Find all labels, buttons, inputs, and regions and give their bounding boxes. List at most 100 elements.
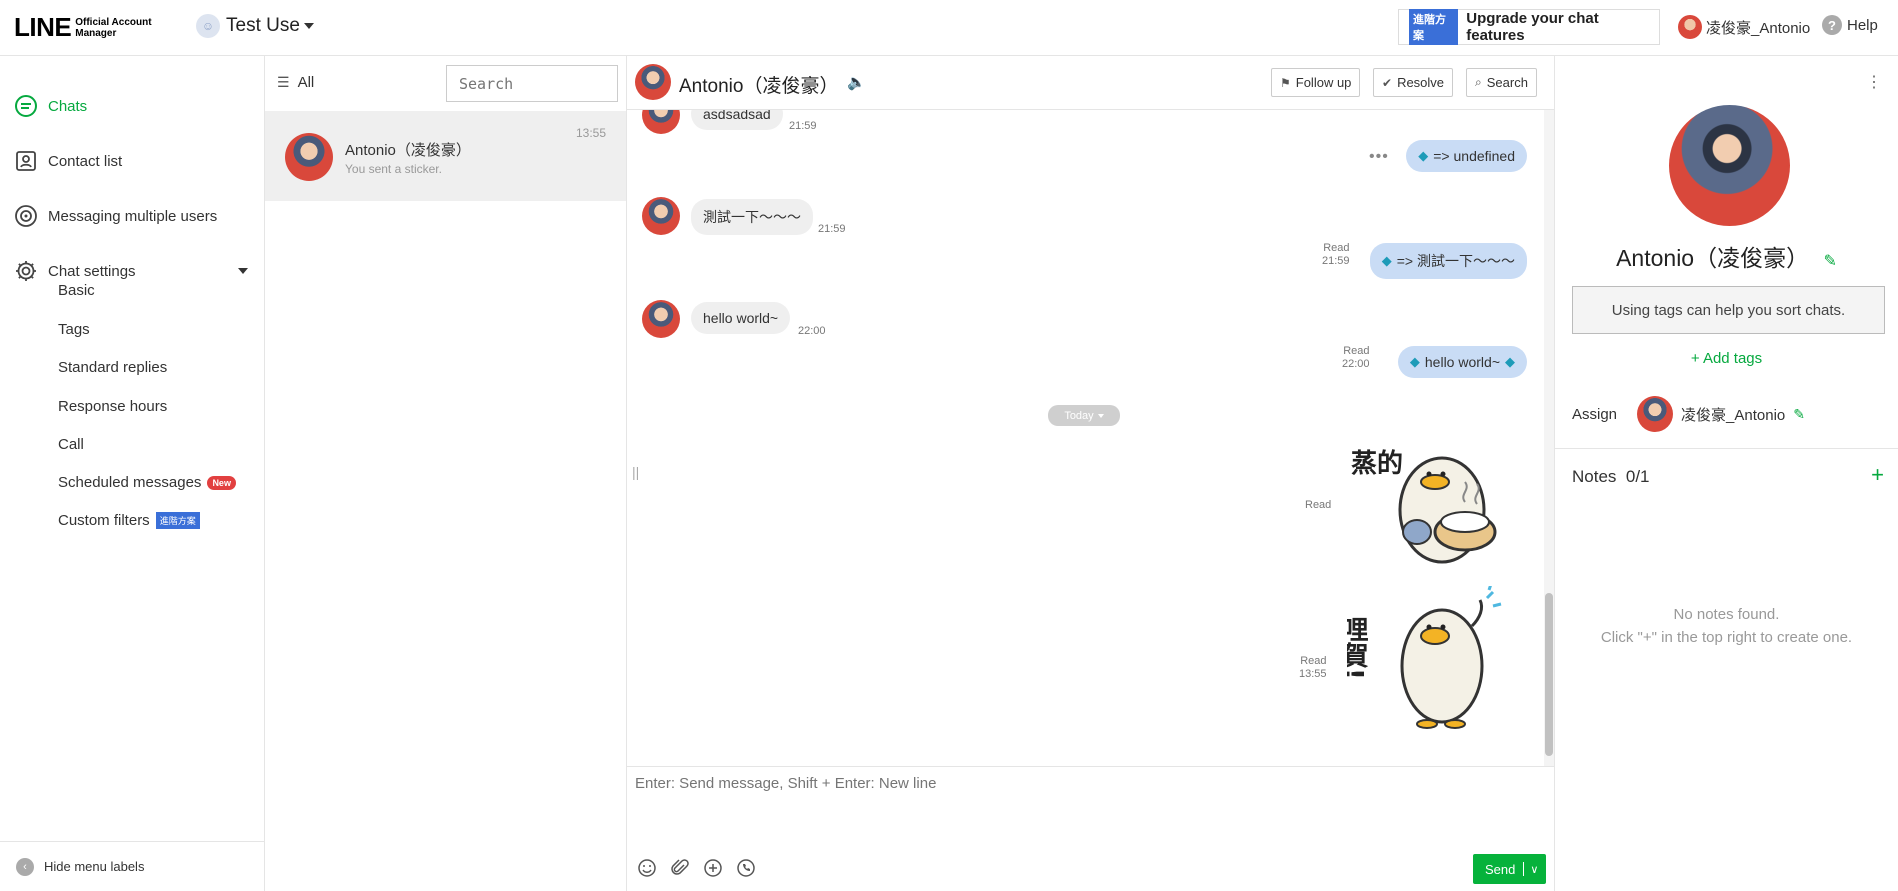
read-label: Read <box>1323 242 1350 254</box>
assignee-avatar <box>1637 396 1674 432</box>
search-button[interactable]: ⌕ Search <box>1466 68 1537 97</box>
chevron-down-icon <box>303 23 314 29</box>
profile-avatar[interactable] <box>1669 105 1790 226</box>
chat-header: Antonio（凌俊豪） 🔈 ⚑ Follow up ✔ Resolve ⌕ S… <box>627 56 1555 110</box>
message-text: hello world~ <box>1424 354 1500 370</box>
hide-menu-labels-button[interactable]: ‹ Hide menu labels <box>0 841 265 891</box>
duck-sticker-greeting[interactable]: 哩賀! <box>1338 583 1522 736</box>
kebab-menu-icon[interactable]: ⋮ <box>1866 72 1882 92</box>
message-text: 測試一下～～～ <box>703 209 801 225</box>
message-time: 13:55 <box>1299 668 1327 680</box>
message-time: 22:00 <box>1342 358 1370 370</box>
more-options-icon[interactable]: ••• <box>1369 148 1389 166</box>
contact-avatar[interactable] <box>642 197 680 235</box>
line-logo[interactable]: LINE Official Account Manager <box>14 12 152 43</box>
menu-icon: ☰ <box>277 74 290 90</box>
message-bubble-in[interactable]: hello world~ <box>691 302 791 334</box>
resolve-label: Resolve <box>1397 75 1445 90</box>
call-icon[interactable] <box>735 857 757 879</box>
chat-last-message: You sent a sticker. <box>345 162 442 176</box>
chat-search-input[interactable] <box>446 65 618 102</box>
gem-emoji-icon: ◆ <box>1381 253 1392 268</box>
duck-sticker-steamed-bun[interactable]: 蒸的 <box>1347 440 1522 570</box>
speaker-icon[interactable]: 🔈 <box>847 73 866 91</box>
message-composer: Send ∨ <box>627 766 1555 891</box>
notes-empty-line1: No notes found. <box>1673 606 1780 623</box>
date-divider[interactable]: Today <box>1048 405 1120 426</box>
help-link[interactable]: ? Help <box>1822 15 1878 35</box>
flag-icon: ⚑ <box>1280 75 1291 90</box>
chevron-down-icon[interactable]: ∨ <box>1524 863 1538 876</box>
sidebar-sub-tags[interactable]: Tags <box>58 321 90 338</box>
user-menu[interactable]: 凌俊豪_Antonio <box>1678 15 1810 39</box>
message-text: hello world~ <box>703 310 779 326</box>
top-bar: LINE Official Account Manager ☺ Test Use… <box>0 0 1898 56</box>
follow-up-button[interactable]: ⚑ Follow up <box>1271 68 1361 97</box>
send-button[interactable]: Send ∨ <box>1473 854 1546 884</box>
chat-bubble-icon <box>14 94 38 118</box>
message-text: asdsadsad <box>703 110 771 122</box>
check-bubble-icon: ✔ <box>1382 75 1393 90</box>
logo-sub-text: Official Account Manager <box>75 17 151 39</box>
contact-avatar[interactable] <box>635 64 671 100</box>
chat-time: 13:55 <box>575 126 606 140</box>
edit-pencil-icon[interactable]: ✎ <box>1824 253 1837 270</box>
sticker-caption-1: 蒸的 <box>1351 448 1403 479</box>
message-text: => undefined <box>1433 148 1515 164</box>
message-input[interactable] <box>635 775 1535 835</box>
sidebar-item-label: Messaging multiple users <box>48 207 218 225</box>
add-tags-button[interactable]: + Add tags <box>1555 350 1898 367</box>
message-bubble-in[interactable]: asdsadsad <box>691 110 783 130</box>
message-list[interactable]: || asdsadsad 21:59 ••• ◆ => undefined 測試… <box>627 110 1545 766</box>
contact-avatar[interactable] <box>642 300 680 338</box>
chat-header-name: Antonio（凌俊豪） <box>679 76 839 97</box>
sidebar-sub-custom-filters[interactable]: Custom filters 進階方案 <box>58 512 200 529</box>
notes-label: Notes <box>1572 467 1617 486</box>
chat-list-item[interactable]: Antonio（凌俊豪） You sent a sticker. 13:55 <box>265 111 626 201</box>
user-avatar <box>1678 15 1702 39</box>
sidebar-item-label: Contact list <box>48 152 123 170</box>
sidebar-item-chats[interactable]: Chats <box>0 86 265 126</box>
chat-filter-dropdown[interactable]: ☰ All <box>277 74 314 91</box>
sidebar-sub-call[interactable]: Call <box>58 436 84 453</box>
sidebar-sub-basic[interactable]: Basic <box>58 282 95 299</box>
add-content-icon[interactable] <box>702 857 724 879</box>
gem-emoji-icon: ◆ <box>1409 354 1420 369</box>
help-label: Help <box>1847 16 1878 34</box>
tags-hint: Using tags can help you sort chats. <box>1611 301 1846 319</box>
add-tags-label: Add tags <box>1702 350 1763 367</box>
sidebar-sub-response-hours[interactable]: Response hours <box>58 398 167 415</box>
sidebar-sub-scheduled-messages[interactable]: Scheduled messages New <box>58 474 236 491</box>
sidebar-item-chat-settings[interactable]: Chat settings <box>0 251 265 291</box>
resolve-button[interactable]: ✔ Resolve <box>1373 68 1454 97</box>
sidebar-sub-standard-replies[interactable]: Standard replies <box>58 359 167 376</box>
notes-empty-line2: Click "+" in the top right to create one… <box>1600 629 1853 646</box>
upgrade-button[interactable]: 進階方案 Upgrade your chat features <box>1398 9 1660 45</box>
attachment-icon[interactable] <box>669 857 691 879</box>
message-time: 22:00 <box>798 325 826 337</box>
sidebar-item-label: Chats <box>48 97 88 115</box>
sidebar-item-messaging[interactable]: Messaging multiple users <box>0 196 265 236</box>
message-bubble-out[interactable]: ◆ => 測試一下～～～ <box>1369 243 1527 279</box>
add-note-plus-icon[interactable]: + <box>1871 462 1884 488</box>
read-receipt: Read 22:00 <box>1342 345 1370 371</box>
emoji-icon[interactable] <box>636 857 658 879</box>
sidebar-item-contact-list[interactable]: Contact list <box>0 141 265 181</box>
new-badge: New <box>207 475 236 490</box>
message-scrollbar[interactable] <box>1544 110 1554 766</box>
tags-hint-box[interactable]: Using tags can help you sort chats. <box>1572 286 1885 334</box>
message-bubble-in[interactable]: 測試一下～～～ <box>691 199 813 235</box>
sidebar-sub-label: Basic <box>58 282 95 299</box>
contact-avatar[interactable] <box>642 110 680 134</box>
chat-list-panel: ☰ All Antonio（凌俊豪） You sent a sticker. 1… <box>265 56 627 891</box>
edit-pencil-icon[interactable]: ✎ <box>1793 406 1805 423</box>
sticker-caption-2: 哩賀! <box>1347 616 1369 680</box>
message-bubble-out[interactable]: ◆ => undefined <box>1406 140 1527 172</box>
sidebar-sub-label: Response hours <box>58 398 168 415</box>
account-switcher[interactable]: ☺ Test Use <box>196 14 314 38</box>
scrollbar-thumb[interactable] <box>1545 593 1553 756</box>
logo-sub-line1: Official Account <box>75 16 152 28</box>
message-bubble-out[interactable]: ◆ hello world~ ◆ <box>1397 346 1527 378</box>
logo-main-text: LINE <box>14 12 72 42</box>
resize-handle-icon[interactable]: || <box>632 464 639 480</box>
